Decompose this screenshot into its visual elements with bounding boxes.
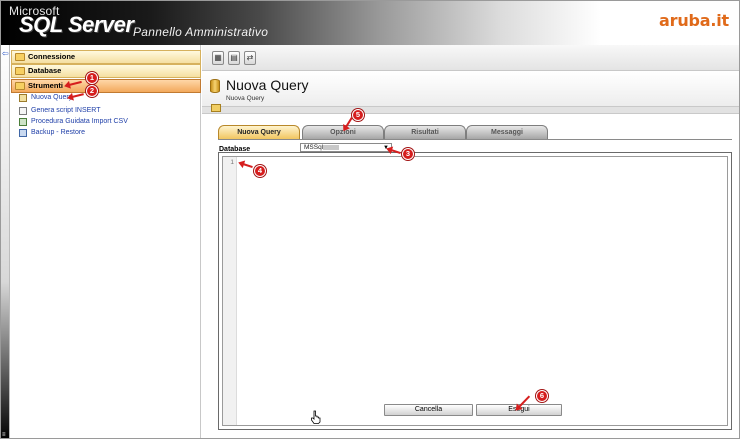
refresh-icon[interactable]: ⇄ [244,51,256,65]
annotation-marker-3: 3 [402,148,414,160]
tab-messaggi[interactable]: Messaggi [466,125,548,139]
document-icon[interactable]: ▤ [228,51,240,65]
hand-cursor-icon [311,410,321,424]
sidebar-item-label: Genera script INSERT [31,107,101,114]
annotation-marker-6: 6 [536,390,548,402]
sidebar: Connessione Database Strumenti Nuova Que… [11,45,201,438]
tab-nuova-query[interactable]: Nuova Query [218,125,300,140]
line-number-gutter: 1 [223,157,237,425]
annotation-marker-5: 5 [352,109,364,121]
grid-icon[interactable]: ▦ [212,51,224,65]
sidebar-section-strumenti[interactable]: Strumenti [11,79,201,93]
sidebar-item-genera-script[interactable]: Genera script INSERT [19,106,101,116]
title-area: Nuova Query Nuova Query [202,72,739,106]
query-icon [19,94,27,102]
csv-icon [19,118,27,126]
sidebar-item-import-csv[interactable]: Procedura Guidata Import CSV [19,117,128,127]
header-banner: Microsoft SQL Server Pannello Amministra… [1,1,739,45]
annotation-marker-4: 4 [254,165,266,177]
tab-divider [218,139,732,140]
script-icon [19,107,27,115]
open-folder-icon[interactable] [211,104,221,112]
brand-logo: aruba.it [659,11,729,30]
section-label: Connessione [28,52,76,61]
section-label: Database [28,66,62,75]
app-window: Microsoft SQL Server Pannello Amministra… [0,0,740,439]
section-label: Strumenti [28,81,64,90]
footer-icon: ≡ [2,432,6,438]
database-select[interactable]: MSSql ▼ [300,143,392,152]
sidebar-item-backup[interactable]: Backup - Restore [19,128,85,138]
database-value: MSSql [304,144,324,151]
sidebar-section-database[interactable]: Database [11,64,201,78]
cancel-button[interactable]: Cancella [384,404,473,416]
sidebar-item-label: Backup - Restore [31,129,86,136]
sub-toolbar [202,106,739,114]
database-icon [210,79,220,93]
product-logo: SQL Server [19,12,134,37]
query-editor-frame: 1 [218,152,732,430]
annotation-marker-2: 2 [86,85,98,97]
sidebar-item-label: Procedura Guidata Import CSV [31,118,128,125]
main-panel: ▦ ▤ ⇄ Nuova Query Nuova Query Nuova Quer… [202,45,739,438]
tab-risultati[interactable]: Risultati [384,125,466,139]
breadcrumb: Nuova Query [226,95,265,102]
toolbar: ▦ ▤ ⇄ [202,45,739,71]
folder-icon [15,53,25,61]
folder-icon [15,67,25,75]
annotation-marker-1: 1 [86,72,98,84]
folder-icon [15,82,25,90]
redacted-text [323,144,340,150]
arrow-left-icon[interactable]: ⇦ [2,50,9,58]
panel-subtitle: Pannello Amministrativo [133,25,269,39]
backup-icon [19,129,27,137]
query-editor[interactable]: 1 [222,156,728,426]
sidebar-item-nuova-query[interactable]: Nuova Query [19,93,72,103]
page-title: Nuova Query [226,77,309,93]
sidebar-section-connessione[interactable]: Connessione [11,50,201,64]
collapse-strip[interactable]: ⇦ ≡ [1,45,10,438]
